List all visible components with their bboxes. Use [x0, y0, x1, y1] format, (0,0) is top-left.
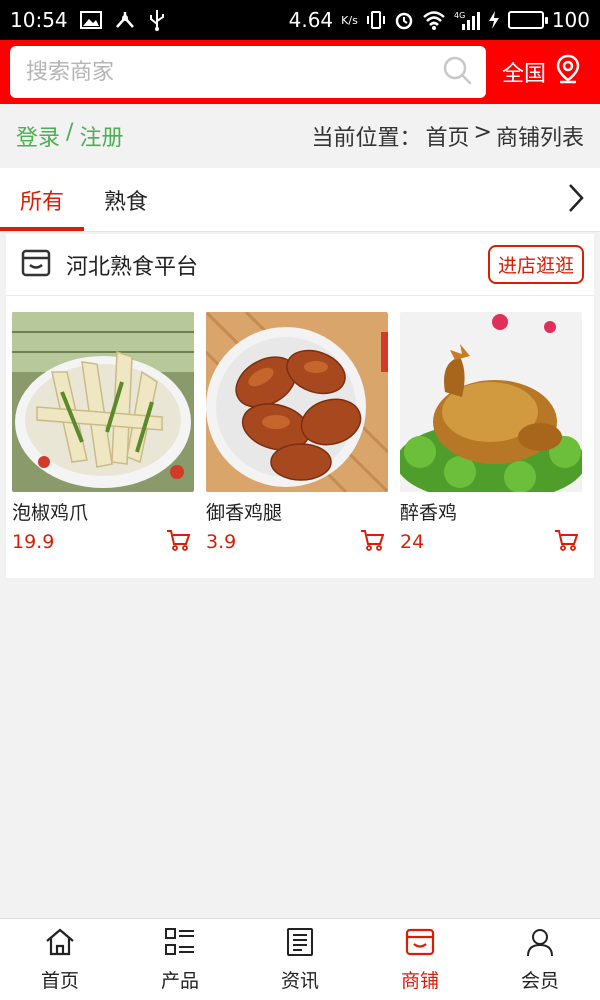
nav-news-label: 资讯: [280, 969, 319, 992]
product-name[interactable]: 醉香鸡: [400, 498, 582, 525]
store-name[interactable]: 河北熟食平台: [66, 249, 198, 281]
alarm-icon: [394, 10, 414, 30]
tab-all[interactable]: 所有: [0, 168, 85, 231]
signal-icon: 4G: [454, 10, 480, 30]
vibrate-icon: [366, 10, 386, 30]
nav-member[interactable]: 会员: [480, 919, 600, 1000]
category-tabs: 所有 熟食: [0, 168, 600, 232]
product-list: 泡椒鸡爪 19.9 御香鸡腿 3.9 醉香鸡 24: [6, 296, 594, 555]
search-box[interactable]: [10, 46, 486, 98]
battery-level: 100: [551, 8, 590, 32]
product-price: 19.9: [12, 531, 55, 553]
store-header: 河北熟食平台 进店逛逛: [6, 234, 594, 296]
share-icon: [114, 10, 136, 30]
battery-icon: [507, 11, 548, 29]
product-name[interactable]: 泡椒鸡爪: [12, 498, 194, 525]
nav-home-label: 首页: [40, 969, 79, 992]
bottom-nav: 首页 产品 资讯 商铺 会员: [0, 918, 600, 1000]
login-link[interactable]: 登录: [16, 120, 60, 152]
current-location: 当前位置： 首页 > 商铺列表: [312, 120, 584, 152]
register-link[interactable]: 注册: [79, 120, 123, 152]
nav-news[interactable]: 资讯: [240, 919, 360, 1000]
usb-icon: [148, 9, 166, 31]
status-bar: 10:54 4.64 K/s 4G 100: [0, 0, 600, 40]
gallery-icon: [79, 11, 102, 29]
chevron-right-icon: [566, 182, 586, 218]
breadcrumb-arrow: >: [473, 120, 492, 145]
search-icon[interactable]: [442, 55, 472, 89]
product-grid-icon: [164, 927, 196, 962]
nav-stores[interactable]: 商铺: [360, 919, 480, 1000]
product-image-chicken-feet[interactable]: [12, 312, 194, 492]
nav-member-label: 会员: [520, 969, 559, 992]
nav-products-label: 产品: [160, 969, 199, 992]
auth-separator: /: [66, 120, 74, 145]
network-speed-unit: K/s: [341, 13, 358, 27]
visit-store-button[interactable]: 进店逛逛: [487, 245, 584, 284]
tab-cooked-food[interactable]: 熟食: [84, 168, 168, 231]
price-row: 19.9: [12, 529, 194, 555]
price-row: 3.9: [206, 529, 388, 555]
region-selector[interactable]: 全国: [502, 54, 590, 90]
breadcrumb: 登录 / 注册 当前位置： 首页 > 商铺列表: [0, 104, 600, 168]
product-card[interactable]: 醉香鸡 24: [400, 312, 582, 555]
location-pin-icon: [554, 54, 582, 90]
wifi-icon: [422, 10, 446, 30]
cart-icon[interactable]: [554, 529, 579, 555]
product-price: 3.9: [206, 531, 237, 553]
store-icon: [404, 927, 436, 962]
network-type-label: 4G: [454, 11, 465, 20]
product-name[interactable]: 御香鸡腿: [206, 498, 388, 525]
auth-links: 登录 / 注册: [16, 120, 123, 152]
header: 全国: [0, 40, 600, 104]
location-label: 当前位置：: [311, 126, 422, 151]
store-icon: [20, 247, 52, 283]
tabs-more-button[interactable]: [552, 168, 600, 231]
product-card[interactable]: 御香鸡腿 3.9: [206, 312, 388, 555]
store-card: 河北熟食平台 进店逛逛 泡椒鸡爪 19.9 御香鸡腿 3.9 醉香鸡 24: [6, 234, 594, 578]
user-icon: [525, 927, 555, 962]
region-label: 全国: [501, 62, 546, 87]
cart-icon[interactable]: [166, 529, 191, 555]
news-icon: [285, 927, 315, 962]
search-input[interactable]: [26, 59, 442, 85]
breadcrumb-home[interactable]: 首页: [426, 120, 470, 152]
charging-icon: [488, 10, 500, 30]
nav-home[interactable]: 首页: [0, 919, 120, 1000]
product-image-drunken-chicken[interactable]: [400, 312, 582, 492]
price-row: 24: [400, 529, 582, 555]
home-icon: [44, 927, 76, 962]
cart-icon[interactable]: [360, 529, 385, 555]
nav-stores-label: 商铺: [400, 969, 439, 992]
network-speed: 4.64: [288, 8, 334, 32]
product-price: 24: [400, 531, 425, 553]
status-time: 10:54: [10, 8, 68, 32]
product-image-chicken-legs[interactable]: [206, 312, 388, 492]
breadcrumb-current: 商铺列表: [495, 126, 584, 151]
nav-products[interactable]: 产品: [120, 919, 240, 1000]
product-card[interactable]: 泡椒鸡爪 19.9: [12, 312, 194, 555]
